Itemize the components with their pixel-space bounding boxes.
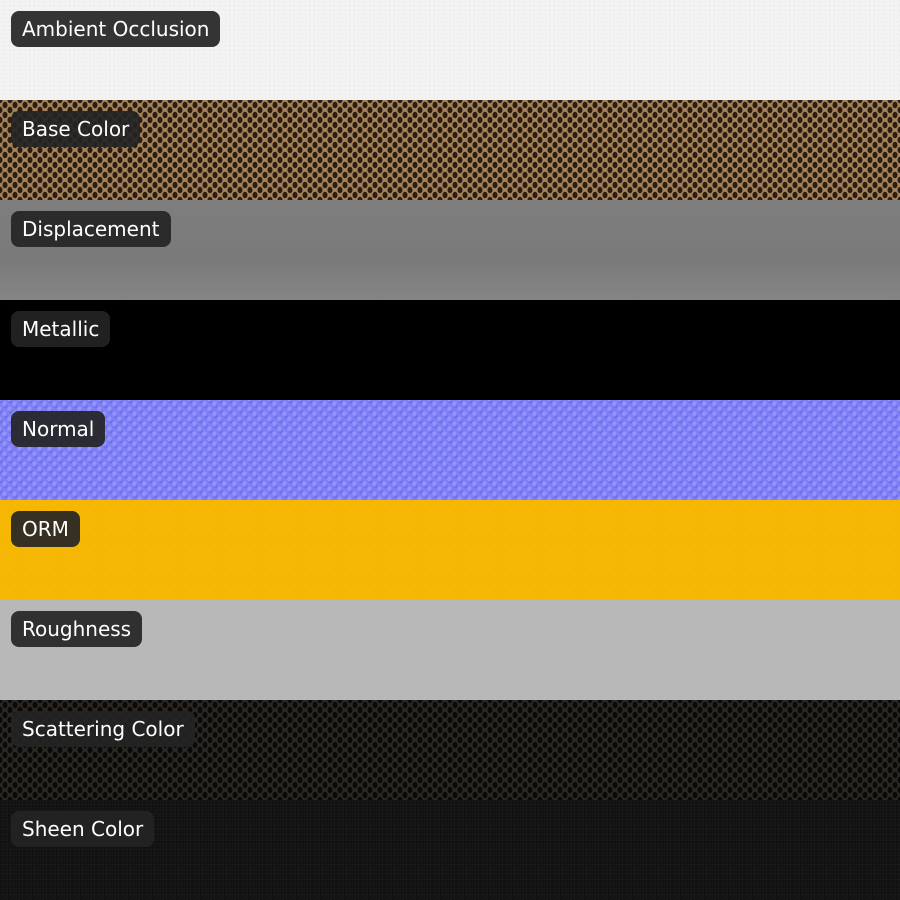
metallic-label: Metallic (11, 311, 111, 347)
scattering-color-swatch: Scattering Color (0, 700, 900, 800)
roughness-label: Roughness (11, 611, 143, 647)
sheen-color-swatch: Sheen Color (0, 800, 900, 900)
ambient-occlusion-swatch: Ambient Occlusion (0, 0, 900, 100)
ambient-occlusion-label: Ambient Occlusion (11, 11, 221, 47)
scattering-color-label: Scattering Color (11, 711, 195, 747)
base-color-label: Base Color (11, 111, 141, 147)
displacement-label: Displacement (11, 211, 171, 247)
normal-swatch: Normal (0, 400, 900, 500)
roughness-swatch: Roughness (0, 600, 900, 700)
orm-label: ORM (11, 511, 80, 547)
sheen-color-label: Sheen Color (11, 811, 155, 847)
displacement-swatch: Displacement (0, 200, 900, 300)
texture-map-strips: Ambient Occlusion Base Color Displacemen… (0, 0, 900, 900)
base-color-swatch: Base Color (0, 100, 900, 200)
orm-swatch: ORM (0, 500, 900, 600)
metallic-swatch: Metallic (0, 300, 900, 400)
normal-label: Normal (11, 411, 106, 447)
